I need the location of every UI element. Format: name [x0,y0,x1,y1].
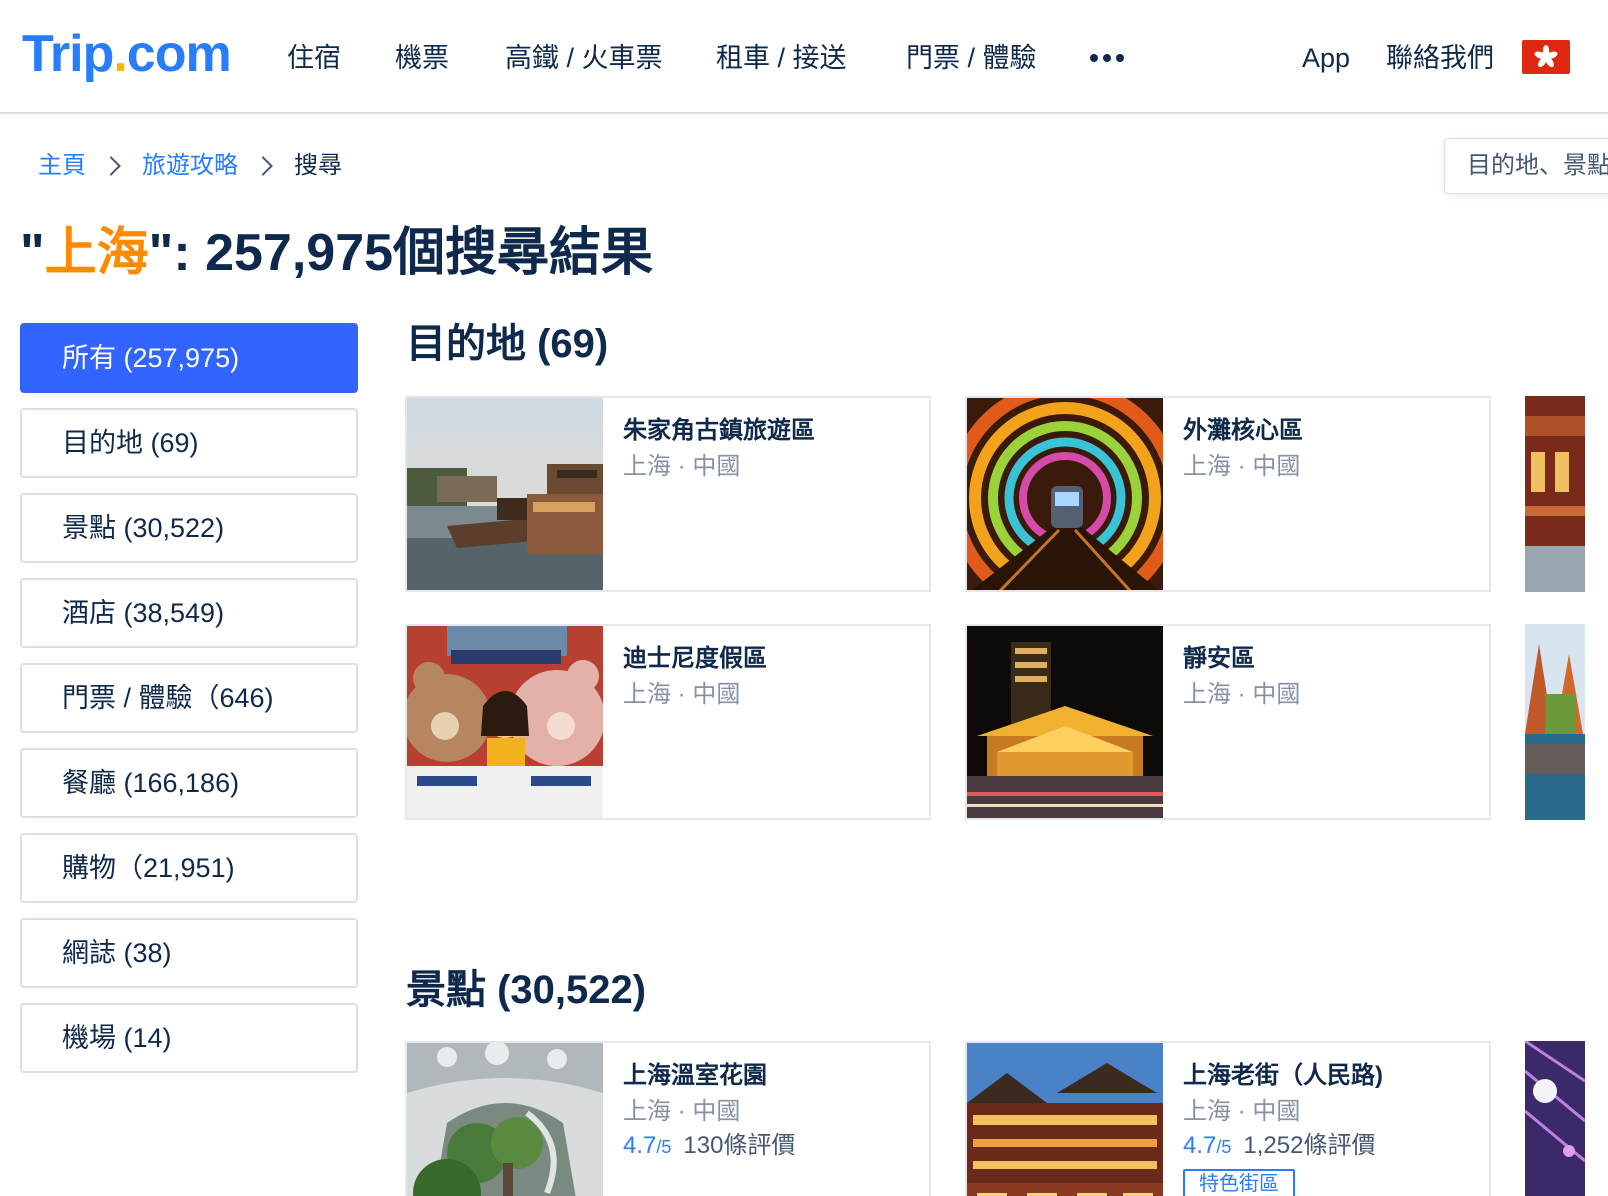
card-name: 上海老街（人民路) [1183,1062,1383,1089]
destination-card-next[interactable] [1525,396,1585,592]
nav-car-rental[interactable]: 租車 / 接送 [716,38,847,78]
card-rating: 4.7/5 130條評價 [623,1132,796,1159]
card-name: 朱家角古鎮旅遊區 [623,417,815,444]
sidebar-item-destinations[interactable]: 目的地 (69) [20,408,358,478]
breadcrumb-search: 搜尋 [294,152,342,179]
card-location: 上海 · 中國 [623,1098,741,1125]
page-title: "上海": 257,975個搜尋結果 [20,224,654,282]
destination-photo [967,626,1163,818]
more-dots-icon[interactable] [1090,48,1126,68]
destination-card-bund[interactable]: 外灘核心區 上海 · 中國 [965,396,1491,592]
attraction-photo [1525,1041,1585,1196]
sidebar-item-tickets[interactable]: 門票 / 體驗（646) [20,663,358,733]
destination-photo [407,626,603,818]
chevron-right-icon [101,156,121,176]
sidebar-item-hotels[interactable]: 酒店 (38,549) [20,578,358,648]
sidebar-item-blogs[interactable]: 網誌 (38) [20,918,358,988]
attraction-card-greenhouse[interactable]: 上海溫室花園 上海 · 中國 4.7/5 130條評價 [405,1041,931,1196]
bauhinia-icon [1534,45,1558,68]
nav-tickets[interactable]: 門票 / 體驗 [906,38,1037,78]
search-keyword: 上海 [44,224,149,282]
destinations-title: 目的地 (69) [406,322,609,366]
attraction-card-old-street[interactable]: 上海老街（人民路) 上海 · 中國 4.7/5 1,252條評價 特色街區 [965,1041,1491,1196]
attraction-photo [967,1043,1163,1196]
review-count[interactable]: 1,252條評價 [1243,1132,1375,1159]
sidebar-item-airports[interactable]: 機場 (14) [20,1003,358,1073]
destination-photo [407,398,603,590]
card-name: 外灘核心區 [1183,417,1303,444]
chevron-right-icon [253,156,273,176]
destination-card-next[interactable] [1525,624,1585,820]
search-input[interactable] [1467,152,1608,180]
sidebar-item-attractions[interactable]: 景點 (30,522) [20,493,358,563]
hk-flag-icon[interactable] [1522,40,1570,74]
breadcrumb-travel-guide[interactable]: 旅遊攻略 [142,148,238,184]
attractions-title: 景點 (30,522) [406,968,647,1012]
card-location: 上海 · 中國 [623,453,741,480]
sidebar-item-all[interactable]: 所有 (257,975) [20,323,358,393]
attraction-photo [407,1043,603,1196]
destination-photo [967,398,1163,590]
category-tag: 特色街區 [1183,1169,1295,1196]
category-sidebar: 所有 (257,975) 目的地 (69) 景點 (30,522) 酒店 (38… [20,323,358,1088]
breadcrumb-home[interactable]: 主頁 [38,148,86,184]
review-count[interactable]: 130條評價 [683,1132,795,1159]
attraction-card-next[interactable] [1525,1041,1585,1196]
card-name: 迪士尼度假區 [623,645,767,672]
card-name: 靜安區 [1183,645,1255,672]
trip-logo[interactable]: Trip.com [22,22,232,86]
breadcrumb: 主頁 旅遊攻略 搜尋 [38,148,342,184]
card-location: 上海 · 中國 [623,681,741,708]
sidebar-item-restaurants[interactable]: 餐廳 (166,186) [20,748,358,818]
destination-photo [1525,396,1585,592]
card-rating: 4.7/5 1,252條評價 [1183,1132,1376,1159]
card-location: 上海 · 中國 [1183,681,1301,708]
card-location: 上海 · 中國 [1183,1098,1301,1125]
sidebar-item-shopping[interactable]: 購物（21,951) [20,833,358,903]
card-name: 上海溫室花園 [623,1062,767,1089]
destination-photo [1525,624,1585,820]
search-box[interactable] [1444,138,1608,194]
destination-card-jingan[interactable]: 靜安區 上海 · 中國 [965,624,1491,820]
destination-card-disney[interactable]: 迪士尼度假區 上海 · 中國 [405,624,931,820]
nav-trains[interactable]: 高鐵 / 火車票 [505,38,663,78]
top-header: Trip.com 住宿 機票 高鐵 / 火車票 租車 / 接送 門票 / 體驗 … [0,0,1608,114]
nav-app[interactable]: App [1302,38,1350,78]
nav-flights[interactable]: 機票 [395,38,449,78]
nav-hotels[interactable]: 住宿 [287,38,341,78]
nav-contact[interactable]: 聯絡我們 [1386,38,1494,78]
destination-card-zhujiajiao[interactable]: 朱家角古鎮旅遊區 上海 · 中國 [405,396,931,592]
card-location: 上海 · 中國 [1183,453,1301,480]
